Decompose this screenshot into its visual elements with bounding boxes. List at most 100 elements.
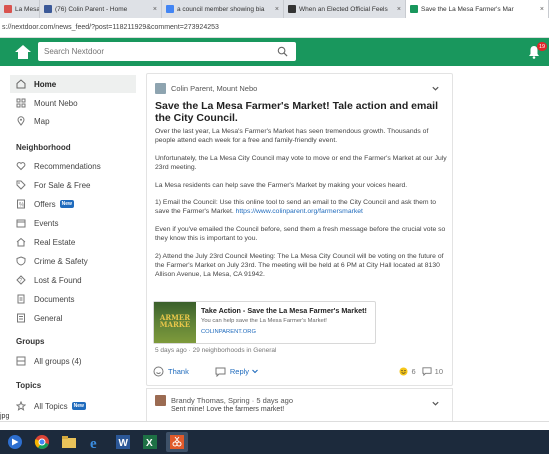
- post-body: Over the last year, La Mesa's Farmer's M…: [155, 127, 447, 288]
- post-paragraph: Even if you've emailed the Council befor…: [155, 225, 446, 243]
- thanks-emoji-icon: [399, 367, 408, 375]
- sidebar-item-lost-found[interactable]: ? Lost & Found: [10, 271, 136, 289]
- reply-button[interactable]: Reply: [215, 366, 263, 377]
- browser-tab[interactable]: (76) Colin Parent - Home ×: [40, 0, 162, 18]
- sidebar-item-label: Map: [34, 116, 50, 126]
- download-file-name[interactable]: jpg: [0, 413, 9, 420]
- search-input[interactable]: [44, 47, 264, 56]
- post-paragraph: La Mesa residents can help save the Farm…: [155, 181, 408, 189]
- sidebar-item-map[interactable]: Map: [10, 112, 136, 130]
- new-badge: New: [59, 200, 74, 208]
- sidebar-item-label: All Topics: [34, 401, 68, 411]
- tab-favicon-icon: [410, 5, 418, 13]
- url-text: s://nextdoor.com/news_feed/?post=1182119…: [2, 24, 219, 31]
- house-icon: [16, 237, 26, 247]
- file-explorer-icon[interactable]: [58, 432, 80, 452]
- avatar[interactable]: [155, 395, 166, 406]
- chevron-down-icon[interactable]: [431, 399, 440, 408]
- sidebar-item-label: Home: [34, 79, 57, 89]
- windows-taskbar: e W X: [0, 430, 549, 454]
- browser-tab-strip: La Mesa F×(76) Colin Parent - Home×a cou…: [0, 0, 549, 18]
- sidebar-item-general[interactable]: General: [10, 309, 136, 327]
- internet-explorer-icon[interactable]: e: [85, 432, 107, 452]
- nextdoor-home-logo-icon[interactable]: [14, 44, 32, 60]
- sidebar: Home Mount Nebo Map Neighborhood Recomme…: [0, 66, 145, 421]
- reply-count-icon: [422, 367, 432, 376]
- link-card-subtitle: You can help save the La Mesa Farmer's M…: [201, 318, 327, 324]
- home-icon: [16, 79, 26, 89]
- map-pin-icon: [16, 116, 26, 126]
- sidebar-item-real-estate[interactable]: Real Estate: [10, 233, 136, 251]
- link-card-domain: COLINPARENT.ORG: [201, 329, 256, 335]
- sidebar-item-offers[interactable]: % Offers New: [10, 195, 136, 213]
- browser-tab[interactable]: a council member showing bia ×: [162, 0, 284, 18]
- post-author[interactable]: Colin Parent, Mount Nebo: [171, 84, 257, 93]
- post-card: Colin Parent, Mount Nebo Save the La Mes…: [146, 73, 453, 386]
- farmers-market-link[interactable]: https://www.colinparent.org/farmersmarke…: [236, 208, 363, 215]
- avatar[interactable]: [155, 83, 166, 94]
- excel-icon[interactable]: X: [139, 432, 161, 452]
- notification-badge: 19: [537, 42, 548, 51]
- sidebar-item-events[interactable]: Events: [10, 214, 136, 232]
- browser-tab[interactable]: Save the La Mesa Farmer's Mar ×: [406, 0, 549, 18]
- smile-icon: [153, 366, 164, 376]
- offers-icon: %: [16, 199, 26, 209]
- browser-tab[interactable]: La Mesa F×: [0, 0, 40, 18]
- thank-button[interactable]: Thank: [153, 366, 189, 377]
- post-title: Save the La Mesa Farmer's Market! Tale a…: [155, 100, 438, 124]
- calendar-icon: [16, 218, 26, 228]
- thank-label: Thank: [168, 366, 189, 376]
- chrome-icon[interactable]: [31, 432, 53, 452]
- tab-title: When an Elected Official Feels: [299, 5, 388, 13]
- nextdoor-header: 19: [0, 38, 549, 66]
- tab-close-icon[interactable]: ×: [536, 6, 544, 13]
- search-box[interactable]: [38, 42, 296, 61]
- svg-text:?: ?: [19, 278, 22, 284]
- svg-text:X: X: [146, 438, 153, 449]
- topics-heading: Topics: [16, 381, 42, 390]
- post-author-row: Colin Parent, Mount Nebo: [155, 83, 257, 94]
- post-paragraph: Over the last year, La Mesa's Farmer's M…: [155, 128, 429, 145]
- groups-icon: [16, 356, 26, 366]
- sidebar-item-all-groups[interactable]: All groups (4): [10, 352, 136, 370]
- tab-favicon-icon: [4, 5, 12, 13]
- post-card: Brandy Thomas, Spring · 5 days ago Sent …: [146, 388, 453, 422]
- tab-favicon-icon: [44, 5, 52, 13]
- search-icon[interactable]: [277, 46, 288, 57]
- sidebar-item-for-sale-free[interactable]: For Sale & Free: [10, 176, 136, 194]
- tab-title: Save the La Mesa Farmer's Mar: [421, 5, 514, 13]
- tab-close-icon[interactable]: ×: [271, 6, 279, 13]
- groups-heading: Groups: [16, 337, 45, 346]
- reply-label: Reply: [229, 366, 250, 376]
- sidebar-item-home[interactable]: Home: [10, 75, 136, 93]
- tag-icon: [16, 180, 26, 190]
- snipping-tool-icon[interactable]: [166, 432, 188, 452]
- sidebar-item-documents[interactable]: Documents: [10, 290, 136, 308]
- address-bar[interactable]: s://nextdoor.com/news_feed/?post=1182119…: [0, 18, 549, 38]
- sidebar-item-mount-nebo[interactable]: Mount Nebo: [10, 94, 136, 112]
- sidebar-item-label: Offers: [34, 199, 56, 209]
- windows-start-icon[interactable]: [4, 432, 26, 452]
- post-author[interactable]: Brandy Thomas, Spring · 5 days ago: [171, 396, 293, 405]
- browser-tab[interactable]: When an Elected Official Feels ×: [284, 0, 406, 18]
- sidebar-item-crime-safety[interactable]: Crime & Safety: [10, 252, 136, 270]
- sidebar-item-recommendations[interactable]: Recommendations: [10, 157, 136, 175]
- sidebar-item-label: Real Estate: [34, 237, 76, 247]
- post-author-row: Brandy Thomas, Spring · 5 days ago: [155, 395, 293, 406]
- word-icon[interactable]: W: [112, 432, 134, 452]
- tab-close-icon[interactable]: ×: [393, 6, 401, 13]
- sidebar-item-label: All groups (4): [34, 356, 82, 366]
- chevron-down-icon[interactable]: [431, 84, 440, 93]
- link-preview-card[interactable]: ARMER MARKE Take Action - Save the La Me…: [153, 301, 376, 344]
- sidebar-item-all-topics[interactable]: All Topics New: [10, 397, 136, 415]
- new-badge: New: [71, 402, 86, 410]
- sidebar-item-label: General: [34, 313, 63, 323]
- heart-icon: [16, 161, 26, 171]
- tab-close-icon[interactable]: ×: [149, 6, 157, 13]
- neighborhood-heading: Neighborhood: [16, 143, 71, 152]
- shield-icon: [16, 256, 26, 266]
- thanks-count: 6: [411, 366, 416, 376]
- post-actions: Thank Reply 6 10: [153, 363, 449, 379]
- chevron-down-icon: [252, 369, 258, 374]
- post-paragraph-with-link: 1) Email the Council: Use this online to…: [155, 198, 447, 217]
